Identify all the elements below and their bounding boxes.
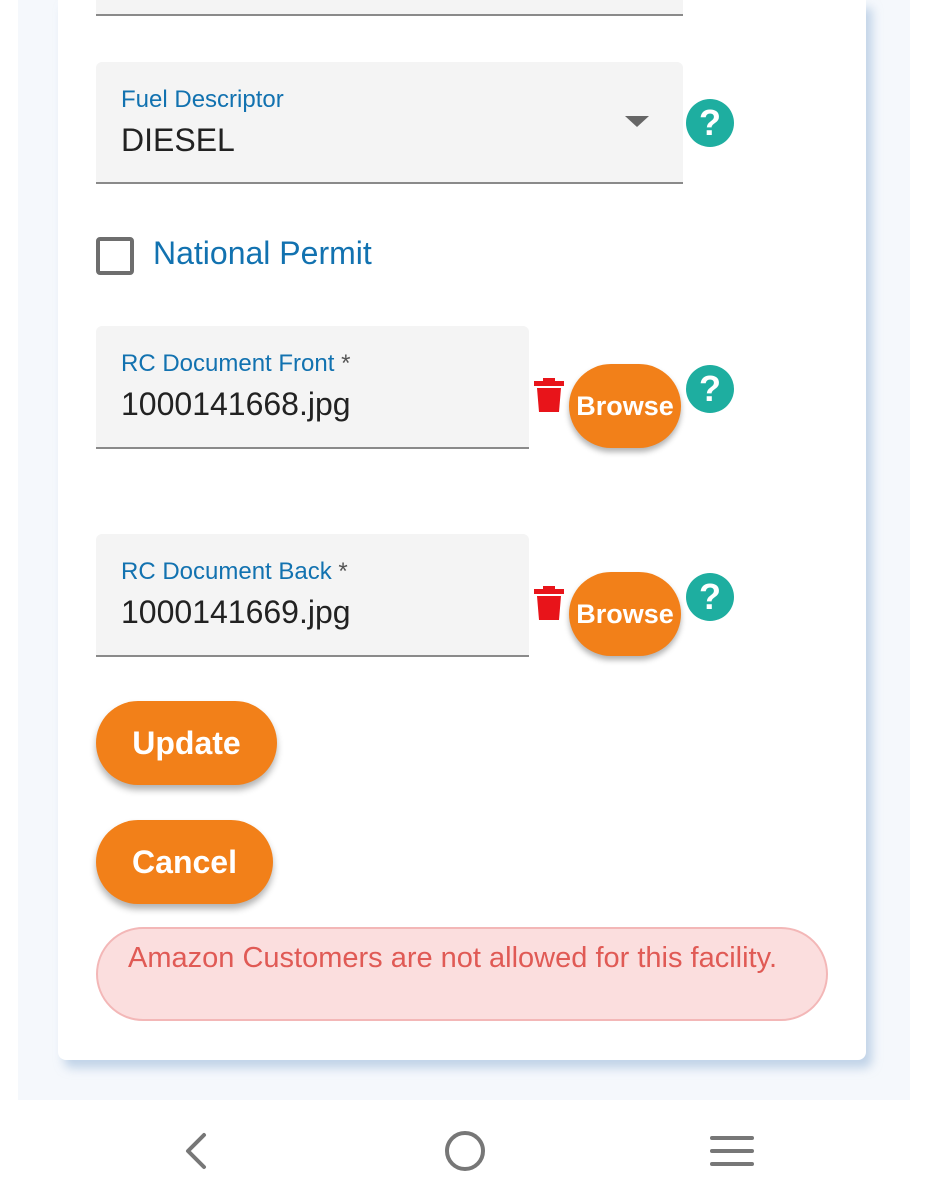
trash-icon[interactable] — [534, 378, 564, 412]
error-alert: Amazon Customers are not allowed for thi… — [96, 927, 828, 1021]
cancel-button[interactable]: Cancel — [96, 820, 273, 904]
rc-document-back-field[interactable]: RC Document Back * 1000141669.jpg — [96, 534, 529, 657]
rc-document-back-value: 1000141669.jpg — [121, 594, 351, 630]
fuel-descriptor-label: Fuel Descriptor — [121, 86, 284, 113]
fuel-descriptor-value: DIESEL — [121, 122, 235, 158]
question-mark-icon[interactable]: ? — [686, 573, 734, 621]
system-nav-bar — [0, 1100, 930, 1200]
recents-menu-icon[interactable] — [710, 1134, 754, 1168]
question-mark-icon[interactable]: ? — [686, 365, 734, 413]
previous-field[interactable] — [96, 0, 683, 16]
national-permit-label[interactable]: National Permit — [153, 235, 372, 272]
rc-back-browse-button[interactable]: Browse — [569, 572, 681, 656]
fuel-descriptor-select[interactable]: Fuel Descriptor DIESEL — [96, 62, 683, 184]
back-chevron-icon[interactable] — [178, 1131, 218, 1171]
rc-document-back-label: RC Document Back * — [121, 558, 348, 585]
update-button[interactable]: Update — [96, 701, 277, 785]
rc-document-front-value: 1000141668.jpg — [121, 386, 351, 422]
rc-document-front-field[interactable]: RC Document Front * 1000141668.jpg — [96, 326, 529, 449]
caret-down-icon — [625, 116, 649, 127]
trash-icon[interactable] — [534, 586, 564, 620]
rc-document-front-label: RC Document Front * — [121, 350, 351, 377]
national-permit-checkbox[interactable] — [96, 237, 134, 275]
app-screen: Fuel Descriptor DIESEL ? National Permit… — [0, 0, 930, 1200]
question-mark-icon[interactable]: ? — [686, 99, 734, 147]
home-circle-icon[interactable] — [443, 1129, 487, 1173]
rc-front-browse-button[interactable]: Browse — [569, 364, 681, 448]
